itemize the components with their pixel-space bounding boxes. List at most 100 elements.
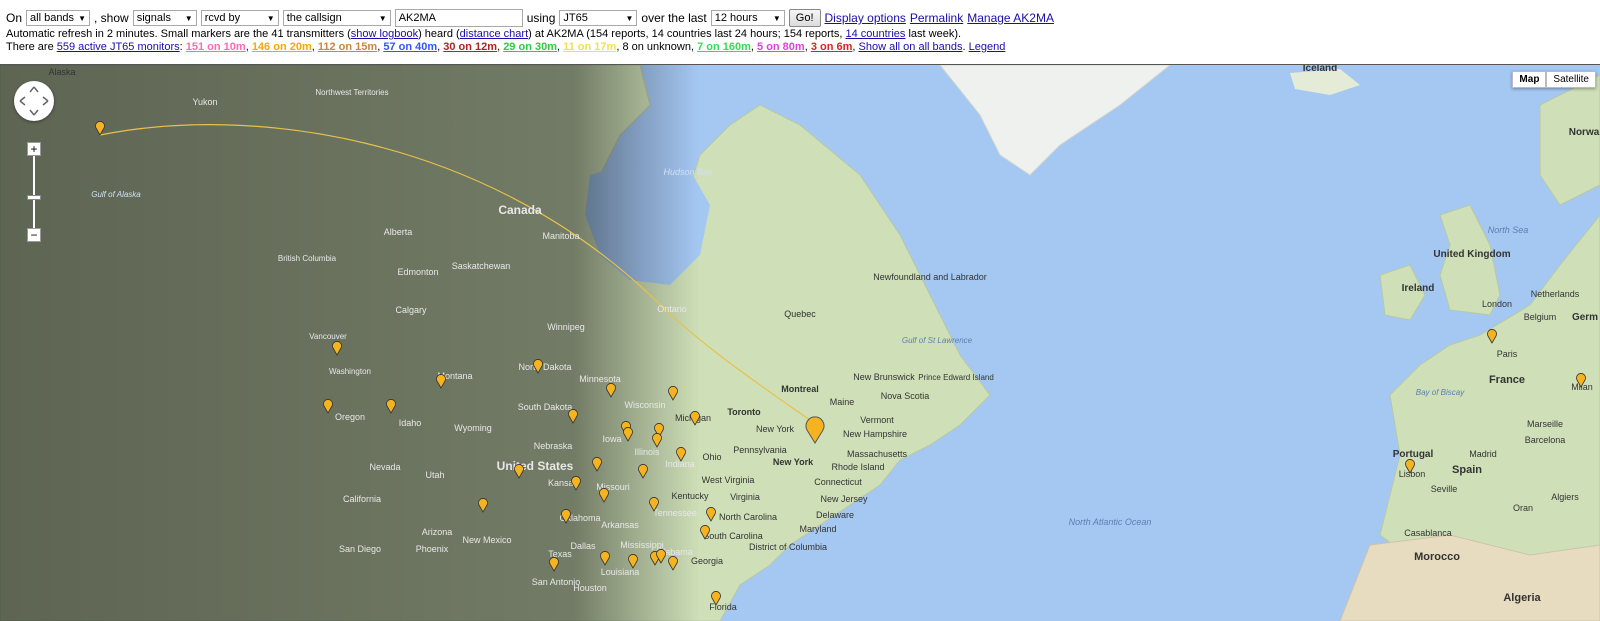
map-label-nevada: Nevada bbox=[369, 462, 400, 472]
zoom-slider-thumb[interactable] bbox=[27, 195, 41, 200]
map-label-paris: Paris bbox=[1497, 349, 1518, 359]
chevron-down-icon: ▼ bbox=[184, 13, 193, 23]
manage-link[interactable]: Manage AK2MA bbox=[967, 11, 1054, 25]
map-label-seville: Seville bbox=[1431, 484, 1458, 494]
map-label-quebec: Quebec bbox=[784, 309, 816, 319]
callsign-input[interactable]: AK2MA bbox=[394, 9, 523, 27]
zoom-out-button[interactable]: − bbox=[27, 228, 41, 242]
mode-select[interactable]: JT65 ▼ bbox=[559, 10, 638, 26]
band-link[interactable]: 57 on 40m bbox=[383, 41, 437, 53]
map-label-oregon: Oregon bbox=[335, 412, 365, 422]
map-label-south-carolina: South Carolina bbox=[703, 531, 763, 541]
map-label-district-of-columbia: District of Columbia bbox=[749, 542, 827, 552]
map-label-marseille: Marseille bbox=[1527, 419, 1563, 429]
map-label-idaho: Idaho bbox=[399, 418, 422, 428]
map-label-massachusetts: Massachusetts bbox=[847, 449, 908, 459]
callsign-mode-select[interactable]: the callsign ▼ bbox=[282, 10, 391, 26]
period-select[interactable]: 12 hours ▼ bbox=[710, 10, 785, 26]
map-label-united-kingdom: United Kingdom bbox=[1433, 249, 1510, 260]
band-links: 151 on 10m, 146 on 20m, 112 on 15m, 57 o… bbox=[186, 41, 623, 53]
unknown-count: 8 on unknown bbox=[622, 41, 691, 53]
refresh-info: Automatic refresh in 2 minutes. Small ma… bbox=[6, 28, 961, 40]
map-label-delaware: Delaware bbox=[816, 510, 854, 520]
map-label-ontario: Ontario bbox=[657, 304, 687, 314]
band-link[interactable]: 30 on 12m bbox=[443, 41, 497, 53]
map-label-san-antonio: San Antonio bbox=[532, 577, 581, 587]
map-label-louisiana: Louisiana bbox=[601, 567, 640, 577]
map-label-maryland: Maryland bbox=[799, 524, 836, 534]
map-label-manitoba: Manitoba bbox=[542, 231, 579, 241]
refresh-text: ) heard ( bbox=[418, 28, 460, 40]
map-label-germany: Germ bbox=[1572, 312, 1598, 323]
band-link[interactable]: 7 on 160m bbox=[697, 41, 751, 53]
zoom-in-button[interactable]: + bbox=[27, 142, 41, 156]
go-button[interactable]: Go! bbox=[788, 9, 821, 27]
pan-control[interactable] bbox=[14, 81, 54, 121]
map-label-british-columbia: British Columbia bbox=[278, 254, 337, 263]
map-label-new-jersey: New Jersey bbox=[820, 494, 868, 504]
map-label-wisconsin: Wisconsin bbox=[624, 400, 665, 410]
show-select-value: signals bbox=[136, 12, 171, 24]
band-link[interactable]: 29 on 30m bbox=[503, 41, 557, 53]
band-link[interactable]: 3 on 6m bbox=[811, 41, 853, 53]
map-label-calgary: Calgary bbox=[395, 305, 427, 315]
active-monitors-link[interactable]: 559 active JT65 monitors bbox=[57, 41, 180, 53]
band-link[interactable]: 112 on 15m bbox=[318, 41, 377, 53]
band-link[interactable]: 5 on 80m bbox=[757, 41, 805, 53]
band-link[interactable]: 151 on 10m bbox=[186, 41, 246, 53]
map-label-alaska: Alaska bbox=[48, 67, 75, 77]
permalink-link[interactable]: Permalink bbox=[910, 11, 963, 25]
chevron-down-icon: ▼ bbox=[78, 13, 87, 23]
distance-chart-link[interactable]: distance chart bbox=[460, 28, 528, 40]
map-label-montreal: Montreal bbox=[781, 384, 819, 394]
band-link[interactable]: 146 on 20m bbox=[252, 41, 312, 53]
map-label-iowa: Iowa bbox=[602, 434, 621, 444]
map-label-nova-scotia: Nova Scotia bbox=[881, 391, 930, 401]
map-label-algiers: Algiers bbox=[1551, 492, 1579, 502]
bands-select[interactable]: all bands ▼ bbox=[26, 10, 91, 26]
map-label-vancouver: Vancouver bbox=[309, 332, 347, 341]
monitors-prefix: There are bbox=[6, 41, 57, 53]
map-label-prince-edward-island: Prince Edward Island bbox=[918, 373, 994, 382]
direction-select[interactable]: rcvd by ▼ bbox=[200, 10, 279, 26]
map-label-hudson-bay: Hudson Bay bbox=[663, 167, 713, 177]
map-label-saskatchewan: Saskatchewan bbox=[452, 261, 511, 271]
zoom-track[interactable] bbox=[33, 156, 35, 228]
monitors-info: There are 559 active JT65 monitors: 151 … bbox=[6, 41, 1005, 53]
map-label-utah: Utah bbox=[425, 470, 444, 480]
map-label-lisbon: Lisbon bbox=[1399, 469, 1426, 479]
map-label-spain: Spain bbox=[1452, 464, 1482, 476]
map-canvas[interactable]: Alaska Yukon Northwest Territories Gulf of … bbox=[0, 65, 1600, 621]
map[interactable]: Alaska Yukon Northwest Territories Gulf of … bbox=[0, 64, 1600, 621]
map-label-georgia: Georgia bbox=[691, 556, 723, 566]
map-label-arizona: Arizona bbox=[422, 527, 453, 537]
show-all-link[interactable]: Show all on all bands bbox=[859, 41, 963, 53]
refresh-text: last week). bbox=[905, 28, 962, 40]
legend-link[interactable]: Legend bbox=[969, 41, 1006, 53]
map-label-indiana: Indiana bbox=[665, 459, 695, 469]
band-link[interactable]: 11 on 17m bbox=[563, 41, 616, 53]
map-label-north-sea: North Sea bbox=[1488, 225, 1529, 235]
countries-link[interactable]: 14 countries bbox=[845, 28, 905, 40]
show-logbook-link[interactable]: show logbook bbox=[351, 28, 418, 40]
map-label-barcelona: Barcelona bbox=[1525, 435, 1566, 445]
map-type-control: Map Satellite bbox=[1512, 71, 1596, 88]
map-label-edmonton: Edmonton bbox=[397, 267, 438, 277]
refresh-text: Automatic refresh in 2 minutes. Small ma… bbox=[6, 28, 351, 40]
map-label-norway: Norwa bbox=[1569, 127, 1600, 138]
map-label-florida: Florida bbox=[709, 602, 737, 612]
map-label-kentucky: Kentucky bbox=[671, 491, 709, 501]
band-links-extra: 7 on 160m, 5 on 80m, 3 on 6m, bbox=[697, 41, 858, 53]
map-label-maine: Maine bbox=[830, 397, 855, 407]
show-select[interactable]: signals ▼ bbox=[132, 10, 197, 26]
map-label-wyoming: Wyoming bbox=[454, 423, 491, 433]
display-options-link[interactable]: Display options bbox=[825, 11, 906, 25]
map-label-connecticut: Connecticut bbox=[814, 477, 862, 487]
map-type-map-button[interactable]: Map bbox=[1512, 71, 1547, 88]
map-label-north-dakota: North Dakota bbox=[518, 362, 571, 372]
map-label-california: California bbox=[343, 494, 381, 504]
map-type-satellite-button[interactable]: Satellite bbox=[1546, 71, 1596, 88]
map-label-new-hampshire: New Hampshire bbox=[843, 429, 907, 439]
map-label-minnesota: Minnesota bbox=[579, 374, 621, 384]
map-label-south-dakota: South Dakota bbox=[518, 402, 573, 412]
